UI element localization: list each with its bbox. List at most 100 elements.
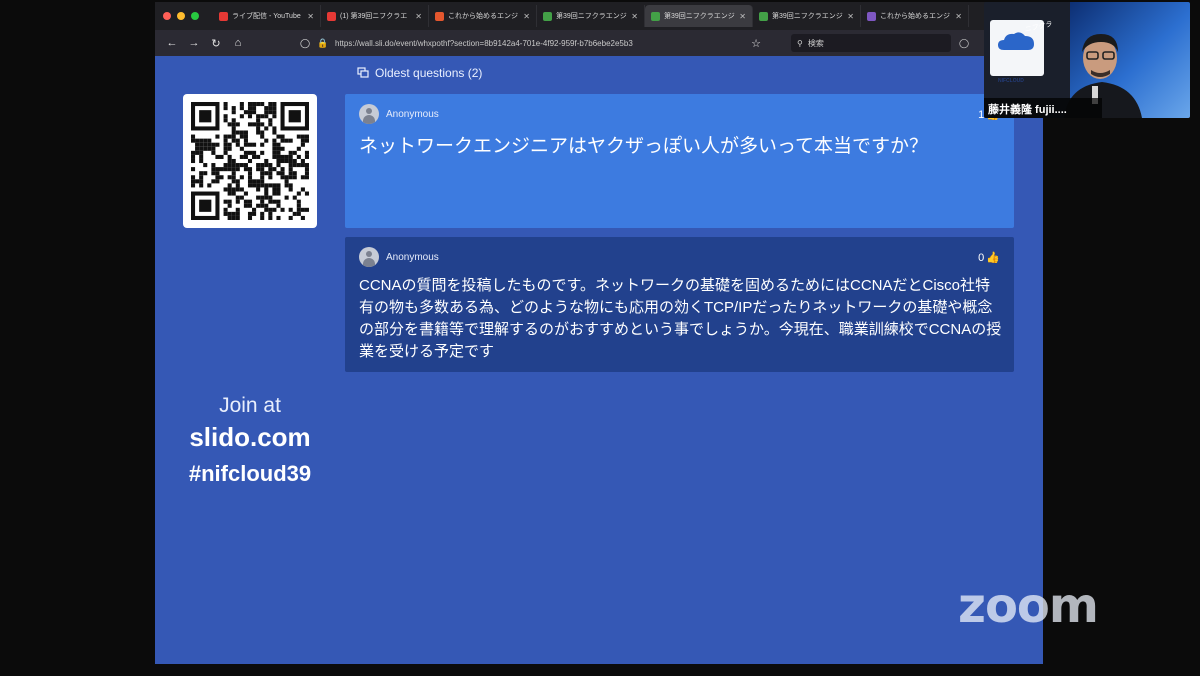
qr-finder-pattern [288,110,301,123]
qr-module [264,126,269,131]
browser-tab[interactable]: これから始めるエンジ ✕ [429,5,537,27]
qr-module [235,179,240,184]
search-input[interactable]: ⚲ 検索 [791,34,951,52]
qr-module [272,154,277,159]
close-window-button[interactable] [163,12,171,20]
qr-module [219,167,224,172]
qr-module [256,195,261,200]
tab-close-icon[interactable]: ✕ [847,12,854,21]
qr-module [231,134,236,139]
minimize-window-button[interactable] [177,12,185,20]
qr-module [268,171,273,176]
qr-module [231,179,236,184]
qr-module [235,207,240,212]
qr-module [223,118,228,123]
forward-icon[interactable]: → [183,37,205,49]
qr-module [292,171,297,176]
qr-module [296,203,301,208]
qr-module [211,150,216,155]
qr-module [223,114,228,119]
browser-tab[interactable]: 第39回ニフクラエンジ ✕ [537,5,645,27]
qr-module [256,118,261,123]
browser-tab[interactable]: (1) 第39回ニフクラエ ✕ [321,5,429,27]
pocket-icon[interactable]: ◯ [959,38,969,49]
qr-module [260,134,265,139]
browser-tab[interactable]: これから始めるエンジ ✕ [861,5,969,27]
qr-module [268,207,273,212]
qr-module [272,114,277,119]
browser-tab[interactable]: 第39回ニフクラエンジ ✕ [753,5,861,27]
qr-module [272,150,277,155]
home-icon[interactable]: ⌂ [227,37,249,49]
qr-module [264,138,269,143]
qr-module [288,175,293,180]
qr-module [268,163,273,168]
qr-module [199,183,204,188]
back-icon[interactable]: ← [161,37,183,49]
presenter-video[interactable]: NIFCLOUD ニフクラ 藤井義隆 fujii.... [984,2,1190,118]
qr-module [243,138,248,143]
qr-module [264,171,269,176]
qr-module [304,167,309,172]
shield-icon[interactable]: ◯ [299,38,311,49]
qr-module [247,211,253,216]
reload-icon[interactable]: ↻ [205,37,227,50]
tab-favicon-icon [435,11,444,21]
bookmark-star-icon[interactable]: ☆ [745,37,767,50]
qr-module [223,167,228,172]
qr-module [300,207,305,212]
tab-title: (1) 第39回ニフクラエ [340,13,408,20]
qr-module [223,187,228,192]
qr-module [239,175,244,180]
qr-module [272,126,277,131]
qr-module [268,102,273,107]
tab-close-icon[interactable]: ✕ [307,12,314,21]
qr-module [300,158,305,164]
tab-close-icon[interactable]: ✕ [739,12,746,21]
qr-module [235,142,240,147]
qr-module [227,191,232,196]
browser-tab[interactable]: 第39回ニフクラエンジ ✕ [645,5,753,27]
qr-module [280,171,285,176]
qr-module [280,146,285,151]
qr-module [272,110,277,115]
qr-module [252,179,257,184]
qr-module [231,163,236,168]
author-name: Anonymous [386,108,439,120]
qr-module [304,138,309,143]
tab-close-icon[interactable]: ✕ [415,12,422,21]
sort-label[interactable]: Oldest questions (2) [357,66,482,80]
qr-module [276,191,281,196]
qr-module [243,150,248,155]
qr-module [211,167,216,172]
question-card: Anonymous 0 👍 CCNAの質問を投稿したものです。ネットワークの基礎… [345,237,1014,372]
tab-close-icon[interactable]: ✕ [631,12,638,21]
qr-module [260,163,265,168]
question-author: Anonymous [359,247,439,267]
qr-module [191,154,196,159]
address-bar[interactable]: ◯ 🔒 https://wall.sli.do/event/whxpothf?s… [299,38,739,49]
qr-module [247,171,253,176]
qr-module [260,203,265,208]
qr-module [272,167,277,172]
qr-module [264,114,269,119]
browser-tab[interactable]: ライブ配信 - YouTube ✕ [213,5,321,27]
qr-module [264,195,269,200]
qr-module [243,163,248,168]
maximize-window-button[interactable] [191,12,199,20]
qr-module [276,158,281,164]
qr-module [276,163,281,168]
qr-module [260,142,265,147]
qr-module [256,154,261,159]
qr-module [243,130,248,135]
tab-close-icon[interactable]: ✕ [955,12,962,21]
qr-module [195,179,200,184]
qr-module [223,199,228,204]
tab-close-icon[interactable]: ✕ [523,12,530,21]
qr-module [272,199,277,204]
url-text[interactable]: https://wall.sli.do/event/whxpothf?secti… [335,39,633,48]
qr-module [256,183,261,188]
qr-module [191,183,196,188]
qr-module [231,175,236,180]
qr-module [235,183,240,188]
